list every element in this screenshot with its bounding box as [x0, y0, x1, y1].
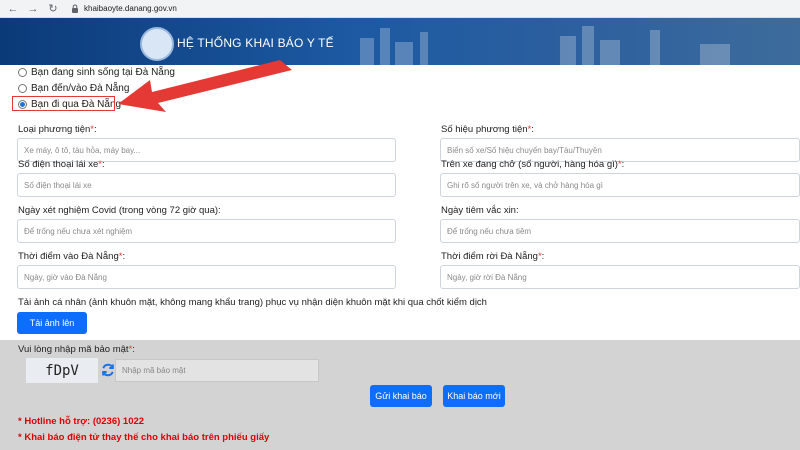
option-label: Bạn đang sinh sống tại Đà Nẵng — [31, 67, 175, 78]
vehicle-number-label: Số hiệu phương tiện*: — [441, 124, 534, 135]
reload-icon[interactable]: ↻ — [46, 2, 60, 16]
exit-time-label: Thời điểm rời Đà Nẵng*: — [441, 251, 545, 262]
city-skyline-decoration — [360, 26, 730, 65]
address-bar[interactable]: khaibaoyte.danang.gov.vn — [70, 2, 770, 16]
photo-note: Tải ảnh cá nhân (ảnh khuôn mặt, không ma… — [18, 297, 487, 308]
refresh-icon[interactable] — [100, 362, 116, 378]
lock-icon — [70, 4, 79, 13]
captcha-image: fDpV — [26, 358, 98, 383]
captcha-label: Vui lòng nhập mã bảo mật*: — [18, 344, 135, 355]
captcha-input[interactable] — [115, 359, 319, 382]
option-arriving-danang[interactable]: Bạn đến/vào Đà Nẵng — [18, 83, 129, 94]
onboard-label: Trên xe đang chở (số người, hàng hóa gì)… — [441, 159, 625, 170]
site-logo — [140, 27, 174, 61]
paper-note: * Khai báo điện tử thay thế cho khai báo… — [18, 432, 270, 443]
forward-arrow-icon[interactable]: → — [26, 2, 40, 16]
new-declaration-button[interactable]: Khai báo mới — [443, 385, 505, 407]
upload-photo-button[interactable]: Tải ảnh lên — [17, 312, 87, 334]
browser-toolbar: ← → ↻ khaibaoyte.danang.gov.vn — [0, 0, 800, 18]
vehicle-type-label: Loại phương tiện*: — [18, 124, 97, 135]
onboard-input[interactable] — [440, 173, 800, 197]
site-title: HỆ THỐNG KHAI BÁO Y TẾ — [177, 36, 334, 50]
covid-test-date-label: Ngày xét nghiệm Covid (trong vòng 72 giờ… — [18, 205, 221, 216]
option-living-in-danang[interactable]: Bạn đang sinh sống tại Đà Nẵng — [18, 67, 175, 78]
header-banner — [0, 18, 800, 65]
entry-time-label: Thời điểm vào Đà Nẵng*: — [18, 251, 126, 262]
radio-button[interactable] — [18, 84, 27, 93]
back-arrow-icon[interactable]: ← — [6, 2, 20, 16]
covid-test-date-input[interactable] — [17, 219, 396, 243]
url-text: khaibaoyte.danang.gov.vn — [84, 4, 177, 13]
highlight-box — [12, 96, 115, 111]
submit-declaration-button[interactable]: Gửi khai báo — [370, 385, 432, 407]
entry-time-input[interactable] — [17, 265, 396, 289]
driver-phone-label: Số điện thoại lái xe*: — [18, 159, 105, 170]
radio-button[interactable] — [18, 68, 27, 77]
vaccine-date-label: Ngày tiêm vắc xin: — [441, 205, 519, 216]
exit-time-input[interactable] — [440, 265, 800, 289]
vaccine-date-input[interactable] — [440, 219, 800, 243]
driver-phone-input[interactable] — [17, 173, 396, 197]
hotline-note: * Hotline hỗ trợ: (0236) 1022 — [18, 416, 145, 427]
option-label: Bạn đến/vào Đà Nẵng — [31, 83, 130, 94]
